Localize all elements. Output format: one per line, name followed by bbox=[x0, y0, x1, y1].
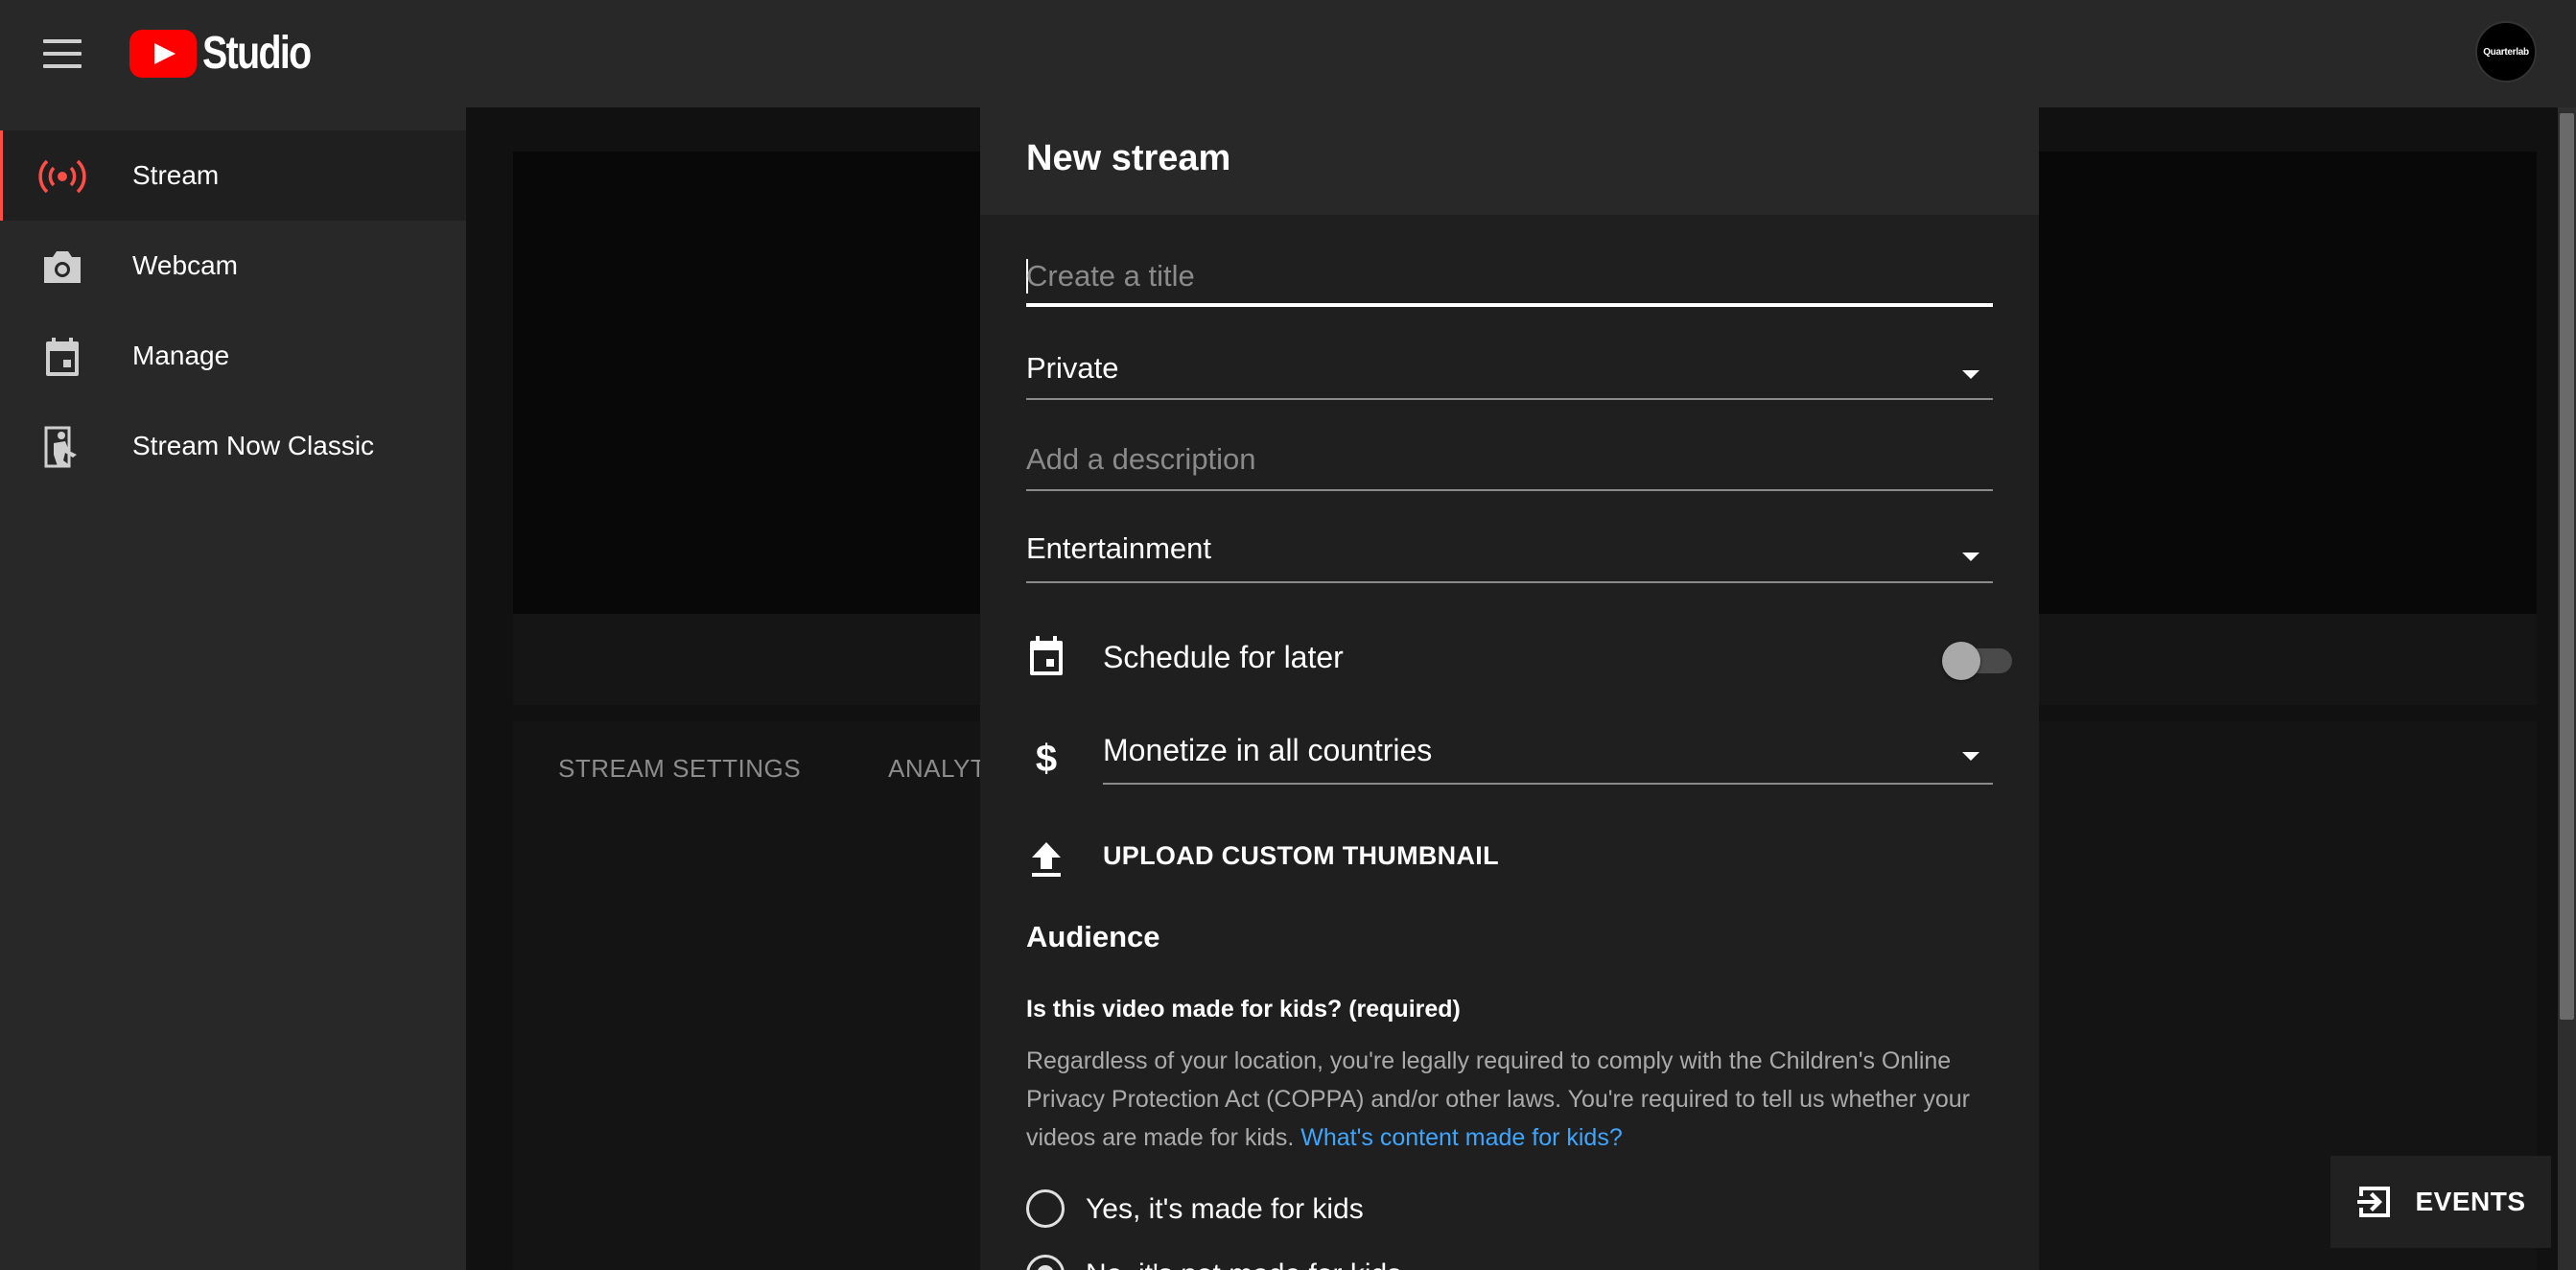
chevron-down-icon bbox=[1962, 752, 1979, 761]
sidebar-item-stream[interactable]: Stream bbox=[0, 130, 466, 221]
description-placeholder: Add a description bbox=[1026, 442, 1256, 476]
schedule-label: Schedule for later bbox=[1103, 640, 1344, 674]
tab-analytics[interactable]: ANALYT bbox=[888, 754, 986, 784]
sidebar-item-label: Stream Now Classic bbox=[132, 431, 375, 460]
account-avatar[interactable]: Quarterlab bbox=[2475, 21, 2537, 82]
calendar-icon bbox=[46, 338, 79, 376]
description-underline bbox=[1026, 489, 1993, 491]
calendar-icon bbox=[1030, 636, 1063, 675]
upload-icon[interactable] bbox=[1026, 838, 1066, 881]
radio-made-for-kids[interactable] bbox=[1026, 1189, 1065, 1228]
monetize-value: Monetize in all countries bbox=[1103, 733, 1433, 767]
sidebar-item-label: Manage bbox=[132, 341, 230, 370]
camera-icon bbox=[44, 251, 81, 283]
sidebar-item-stream-now-classic[interactable]: Stream Now Classic bbox=[0, 401, 466, 491]
description-input[interactable]: Add a description bbox=[1026, 438, 1993, 491]
category-underline bbox=[1026, 581, 1993, 583]
kids-question: Is this video made for kids? (required) bbox=[1026, 996, 1461, 1023]
title-placeholder: Create a title bbox=[1026, 259, 1195, 293]
top-app-bar: Studio Quarterlab bbox=[0, 0, 2576, 107]
classic-stream-icon bbox=[44, 426, 77, 468]
radio-label: No, it's not made for kids bbox=[1086, 1258, 1401, 1270]
tab-stream-settings[interactable]: STREAM SETTINGS bbox=[558, 754, 801, 784]
category-value: Entertainment bbox=[1026, 531, 1211, 565]
youtube-play-icon bbox=[129, 29, 197, 78]
events-button[interactable]: EVENTS bbox=[2330, 1156, 2551, 1248]
sidebar: Stream Webcam Manage Stream Now Classic bbox=[0, 107, 466, 1270]
scrollbar-thumb[interactable] bbox=[2560, 113, 2574, 1020]
studio-logo[interactable]: Studio bbox=[129, 27, 334, 80]
hamburger-menu-icon[interactable] bbox=[40, 36, 84, 71]
new-stream-dialog: New stream Create a title Private Add a … bbox=[980, 107, 2039, 1270]
visibility-underline bbox=[1026, 398, 1993, 400]
exit-to-app-icon bbox=[2357, 1187, 2391, 1217]
dialog-title: New stream bbox=[1026, 138, 1231, 178]
live-broadcast-icon bbox=[38, 159, 86, 194]
monetize-underline bbox=[1103, 783, 1993, 785]
category-select[interactable]: Entertainment bbox=[1026, 528, 1993, 583]
radio-not-made-for-kids[interactable] bbox=[1026, 1255, 1065, 1270]
audience-heading: Audience bbox=[1026, 920, 1160, 953]
sidebar-item-manage[interactable]: Manage bbox=[0, 311, 466, 401]
title-input[interactable]: Create a title bbox=[1026, 253, 1993, 307]
dollar-icon: $ bbox=[1036, 738, 1057, 777]
logo-text: Studio bbox=[202, 28, 312, 79]
chevron-down-icon bbox=[1962, 553, 1979, 561]
visibility-value: Private bbox=[1026, 351, 1119, 385]
dialog-header: New stream bbox=[980, 107, 2039, 215]
coppa-description: Regardless of your location, you're lega… bbox=[1026, 1042, 1995, 1157]
events-label: EVENTS bbox=[2415, 1187, 2526, 1216]
made-for-kids-link[interactable]: What's content made for kids? bbox=[1300, 1124, 1623, 1151]
radio-label: Yes, it's made for kids bbox=[1086, 1193, 1364, 1225]
sidebar-item-label: Stream bbox=[132, 160, 220, 190]
sidebar-item-webcam[interactable]: Webcam bbox=[0, 221, 466, 311]
upload-thumbnail-button[interactable]: UPLOAD CUSTOM THUMBNAIL bbox=[1103, 841, 1499, 871]
visibility-select[interactable]: Private bbox=[1026, 347, 1993, 400]
title-underline bbox=[1026, 303, 1993, 307]
chevron-down-icon bbox=[1962, 370, 1979, 379]
sidebar-item-label: Webcam bbox=[132, 250, 238, 280]
svg-text:$: $ bbox=[1036, 738, 1057, 777]
monetize-select[interactable]: Monetize in all countries bbox=[1103, 721, 1993, 785]
schedule-toggle-knob[interactable] bbox=[1942, 642, 1980, 680]
